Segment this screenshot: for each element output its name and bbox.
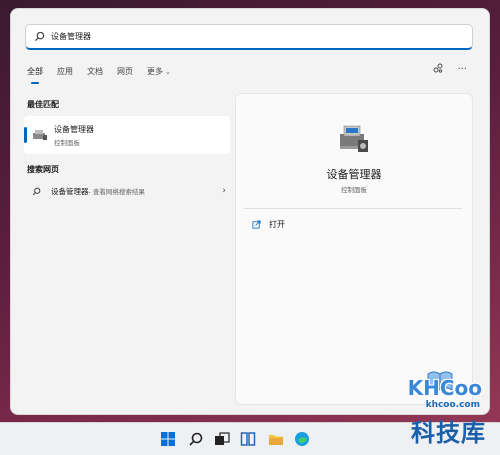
tab-actions: ···: [433, 63, 467, 76]
filter-tabs: 全部 应用 文档 网页 更多 ⌄: [27, 66, 185, 84]
tab-more-label: 更多: [147, 67, 163, 76]
site-watermark: KHCoo khcoo.com 科技库: [376, 371, 494, 455]
start-search-panel: 全部 应用 文档 网页 更多⌄ ··· 最佳匹配 设备管理器 控制面板 搜索网页…: [10, 8, 490, 415]
web-result-item[interactable]: 设备管理器 - 查看网络搜索结果 ›: [24, 182, 230, 200]
watermark-site: khcoo.com: [425, 400, 480, 410]
web-result-query: 设备管理器: [51, 186, 89, 196]
detail-title: 设备管理器: [326, 168, 382, 181]
widgets-icon[interactable]: [240, 431, 256, 447]
search-icon: [34, 31, 45, 42]
tab-documents[interactable]: 文档: [87, 66, 103, 77]
tab-apps[interactable]: 应用: [57, 66, 73, 77]
open-action[interactable]: 打开: [252, 219, 285, 230]
web-search-heading: 搜索网页: [27, 165, 59, 174]
best-match-subtitle: 控制面板: [54, 138, 80, 147]
search-icon: [32, 187, 41, 195]
best-match-item[interactable]: 设备管理器 控制面板: [24, 116, 230, 154]
tab-all[interactable]: 全部: [27, 66, 43, 84]
device-manager-icon: [33, 130, 47, 140]
web-result-hint: - 查看网络搜索结果: [88, 188, 145, 196]
file-explorer-icon[interactable]: [268, 431, 284, 447]
edge-browser-icon[interactable]: [294, 431, 310, 447]
divider: [244, 208, 462, 209]
tab-more[interactable]: 更多 ⌄: [147, 66, 171, 77]
detail-pane: 设备管理器 控制面板 打开: [235, 93, 473, 405]
detail-subtitle: 控制面板: [341, 186, 367, 194]
search-input[interactable]: [51, 32, 431, 41]
share-icon[interactable]: [433, 63, 443, 76]
tab-web[interactable]: 网页: [117, 66, 133, 77]
open-icon: [252, 220, 261, 229]
open-label: 打开: [269, 220, 285, 229]
start-button-icon[interactable]: [160, 431, 176, 447]
search-box[interactable]: [25, 24, 473, 50]
chevron-right-icon[interactable]: ›: [222, 186, 226, 196]
watermark-name: 科技库: [411, 419, 486, 447]
best-match-name: 设备管理器: [54, 124, 94, 134]
more-options-icon[interactable]: ···: [457, 64, 467, 75]
device-manager-icon: [340, 125, 368, 152]
best-match-text: 设备管理器 控制面板: [54, 124, 94, 147]
watermark-brand: KHCoo: [407, 376, 482, 400]
chevron-down-icon: ⌄: [165, 68, 171, 76]
search-icon[interactable]: [188, 431, 204, 447]
best-match-heading: 最佳匹配: [27, 100, 59, 109]
task-view-icon[interactable]: [214, 431, 230, 447]
